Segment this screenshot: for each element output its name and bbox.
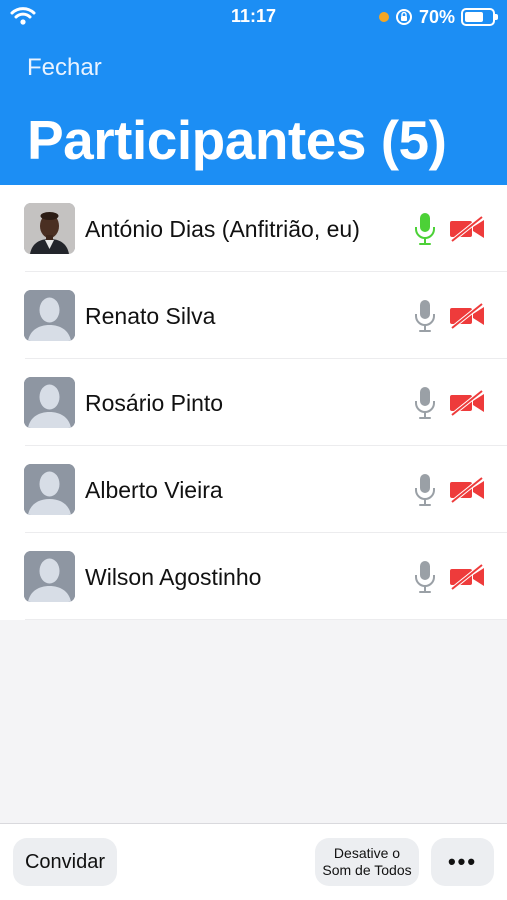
page-title: Participantes (5) (27, 109, 447, 171)
avatar-photo (24, 203, 75, 254)
video-off-icon[interactable] (449, 477, 485, 503)
participant-name: Alberto Vieira (85, 477, 223, 503)
mic-in-use-indicator-icon (378, 12, 389, 22)
battery-icon (461, 8, 498, 26)
participant-row[interactable]: Alberto Vieira (0, 446, 507, 533)
avatar (24, 551, 75, 602)
avatar (24, 464, 75, 515)
microphone-icon[interactable] (414, 560, 436, 594)
participant-name: António Dias (Anfitrião, eu) (85, 216, 360, 242)
status-bar: 11:17 70% (0, 0, 507, 34)
avatar (24, 203, 75, 254)
video-off-icon[interactable] (449, 390, 485, 416)
microphone-icon[interactable] (414, 386, 436, 420)
mute-all-button[interactable]: Desative o Som de Todos (315, 838, 419, 886)
default-avatar-icon (24, 290, 75, 341)
participant-row[interactable]: Renato Silva (0, 272, 507, 359)
battery-fill (465, 12, 483, 22)
microphone-icon[interactable] (414, 212, 436, 246)
default-avatar-icon (24, 551, 75, 602)
participant-name: Wilson Agostinho (85, 564, 262, 590)
participant-name: Rosário Pinto (85, 390, 224, 416)
status-right: 70% (378, 6, 498, 28)
header: 11:17 70% Fechar Participantes (5) (0, 0, 507, 185)
participant-row[interactable]: Rosário Pinto (0, 359, 507, 446)
row-divider (25, 619, 507, 620)
participant-name: Renato Silva (85, 303, 216, 329)
default-avatar-icon (24, 464, 75, 515)
participant-row[interactable]: Wilson Agostinho (0, 533, 507, 620)
participant-row[interactable]: António Dias (Anfitrião, eu) (0, 185, 507, 272)
video-off-icon[interactable] (449, 216, 485, 242)
bottom-bar: Convidar Desative o Som de Todos ••• (0, 823, 507, 900)
participant-list: António Dias (Anfitrião, eu) Renato Silv… (0, 185, 507, 620)
avatar (24, 290, 75, 341)
default-avatar-icon (24, 377, 75, 428)
close-button[interactable]: Fechar (27, 54, 102, 82)
video-off-icon[interactable] (449, 303, 485, 329)
battery-percent: 70% (418, 6, 455, 27)
microphone-icon[interactable] (414, 473, 436, 507)
video-off-icon[interactable] (449, 564, 485, 590)
microphone-icon[interactable] (414, 299, 436, 333)
invite-button[interactable]: Convidar (13, 838, 117, 886)
rotation-lock-icon (395, 9, 412, 25)
more-options-button[interactable]: ••• (431, 838, 494, 886)
avatar (24, 377, 75, 428)
